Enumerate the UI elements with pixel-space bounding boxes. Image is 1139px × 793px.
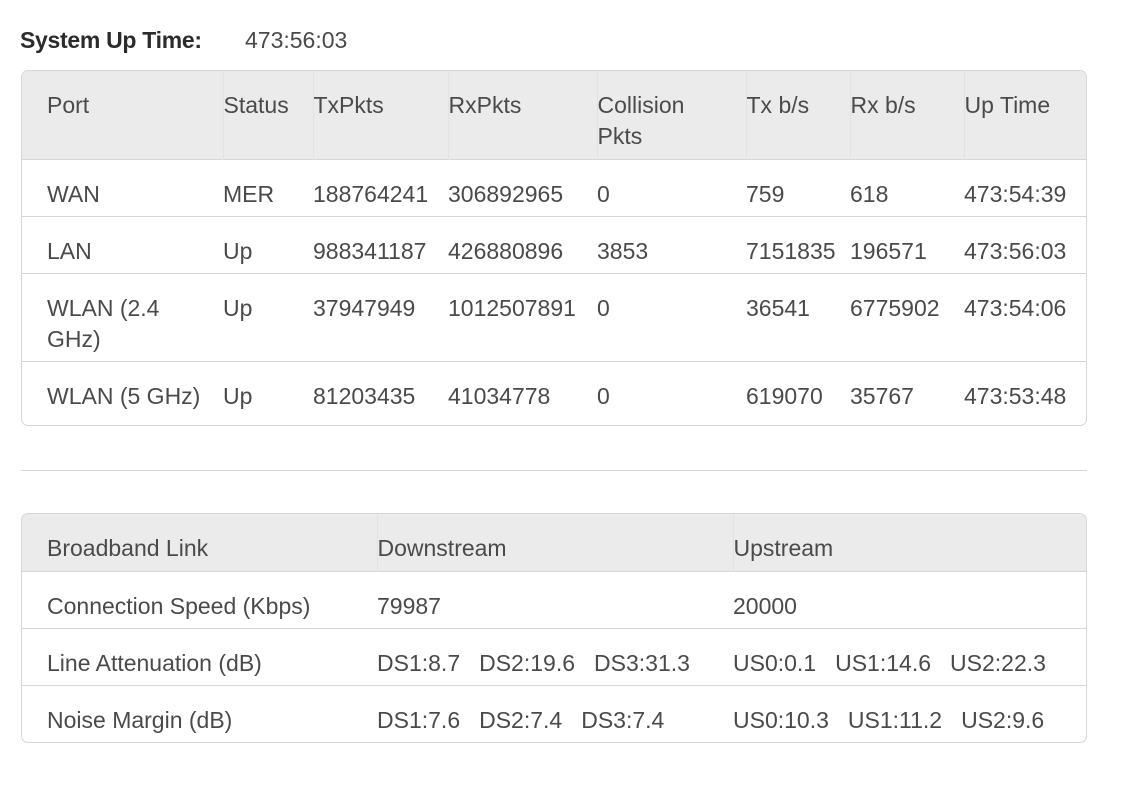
broadband-link-table: Broadband Link Downstream Upstream Conne… bbox=[21, 513, 1087, 743]
cell-tx-bps: 619070 bbox=[746, 382, 823, 409]
cell-rxpkts: 426880896 bbox=[448, 237, 564, 264]
cell-upstream: US0:10.3 US1:11.2 US2:9.6 bbox=[733, 685, 1086, 742]
upstream-value: US2:22.3 bbox=[950, 649, 1046, 676]
cell-port: WLAN (5 GHz) bbox=[47, 382, 201, 409]
col-header-collision-pkts: Collision Pkts bbox=[597, 71, 747, 159]
cell-upstream: 20000 bbox=[733, 571, 1086, 628]
cell-uptime: 473:54:39 bbox=[964, 180, 1067, 207]
cell-txpkts: 988341187 bbox=[313, 237, 427, 264]
cell-txpkts: 37947949 bbox=[313, 294, 416, 321]
col-header-downstream: Downstream bbox=[377, 514, 734, 571]
cell-tx-bps: 7151835 bbox=[746, 237, 836, 264]
col-header-rxpkts: RxPkts bbox=[448, 71, 598, 159]
cell-rxpkts: 306892965 bbox=[448, 180, 564, 207]
col-header-upstream: Upstream bbox=[733, 535, 834, 561]
upstream-value: US2:9.6 bbox=[961, 706, 1045, 733]
table-row-connection-speed: Connection Speed (Kbps) 79987 20000 bbox=[22, 571, 1086, 628]
system-uptime-value: 473:56:03 bbox=[245, 26, 348, 53]
cell-downstream: 79987 bbox=[377, 571, 733, 628]
cell-collision: 0 bbox=[597, 294, 610, 321]
cell-status: Up bbox=[223, 382, 253, 409]
upstream-value: US1:14.6 bbox=[835, 649, 932, 676]
table-row-wlan-5ghz: WLAN (5 GHz) Up 81203435 41034778 0 6190… bbox=[22, 361, 1086, 425]
cell-uptime: 473:53:48 bbox=[964, 382, 1067, 409]
system-uptime: System Up Time: 473:56:03 bbox=[20, 25, 347, 55]
col-header-port: Port bbox=[22, 71, 224, 159]
cell-collision: 0 bbox=[597, 382, 610, 409]
cell-rx-bps: 618 bbox=[850, 180, 889, 207]
cell-status: Up bbox=[223, 294, 253, 321]
downstream-value: DS3:31.3 bbox=[594, 649, 690, 676]
cell-link-label: Connection Speed (Kbps) bbox=[47, 592, 311, 619]
col-header-rx-bps: Rx b/s bbox=[850, 71, 965, 159]
downstream-value: 79987 bbox=[377, 592, 441, 619]
upstream-value: US1:11.2 bbox=[847, 706, 943, 733]
cell-rxpkts: 1012507891 bbox=[448, 294, 576, 321]
downstream-value: DS1:8.7 bbox=[377, 649, 461, 676]
upstream-value: 20000 bbox=[733, 592, 797, 619]
cell-downstream: DS1:7.6 DS2:7.4 DS3:7.4 bbox=[377, 685, 733, 742]
cell-rxpkts: 41034778 bbox=[448, 382, 551, 409]
cell-port: WLAN (2.4 GHz) bbox=[47, 294, 160, 352]
cell-link-label: Noise Margin (dB) bbox=[47, 706, 233, 733]
cell-collision: 3853 bbox=[597, 237, 649, 264]
col-header-tx-bps: Tx b/s bbox=[746, 71, 851, 159]
upstream-value: US0:10.3 bbox=[733, 706, 829, 733]
table-header-row: Broadband Link Downstream Upstream bbox=[22, 514, 1086, 571]
cell-rx-bps: 6775902 bbox=[850, 294, 940, 321]
cell-status: MER bbox=[223, 180, 275, 207]
table-row-lan: LAN Up 988341187 426880896 3853 7151835 … bbox=[22, 216, 1086, 273]
upstream-value: US0:0.1 bbox=[733, 649, 817, 676]
col-header-uptime: Up Time bbox=[964, 92, 1051, 118]
cell-rx-bps: 35767 bbox=[850, 382, 914, 409]
cell-upstream: US0:0.1 US1:14.6 US2:22.3 bbox=[733, 628, 1086, 685]
cell-port: LAN bbox=[47, 237, 92, 264]
cell-collision: 0 bbox=[597, 180, 610, 207]
section-divider bbox=[21, 470, 1087, 471]
col-header-txpkts: TxPkts bbox=[313, 71, 449, 159]
cell-txpkts: 188764241 bbox=[313, 180, 429, 207]
downstream-value: DS2:7.4 bbox=[479, 706, 563, 733]
col-header-status: Status bbox=[223, 71, 314, 159]
cell-status: Up bbox=[223, 237, 253, 264]
cell-link-label: Line Attenuation (dB) bbox=[47, 649, 262, 676]
cell-downstream: DS1:8.7 DS2:19.6 DS3:31.3 bbox=[377, 628, 733, 685]
col-header-broadband-link: Broadband Link bbox=[22, 514, 378, 571]
table-row-noise-margin: Noise Margin (dB) DS1:7.6 DS2:7.4 DS3:7.4 … bbox=[22, 685, 1086, 742]
col-header-collision-line1: Collision bbox=[597, 92, 685, 118]
cell-uptime: 473:56:03 bbox=[964, 237, 1067, 264]
cell-uptime: 473:54:06 bbox=[964, 294, 1067, 321]
cell-port: WAN bbox=[47, 180, 100, 207]
port-statistics-table: Port Status TxPkts RxPkts Collision Pkts … bbox=[21, 70, 1087, 426]
table-header-row: Port Status TxPkts RxPkts Collision Pkts … bbox=[22, 71, 1086, 159]
cell-tx-bps: 759 bbox=[746, 180, 785, 207]
downstream-value: DS1:7.6 bbox=[377, 706, 461, 733]
table-row-wan: WAN MER 188764241 306892965 0 759 618 47… bbox=[22, 159, 1086, 216]
downstream-value: DS3:7.4 bbox=[581, 706, 665, 733]
cell-tx-bps: 36541 bbox=[746, 294, 810, 321]
cell-txpkts: 81203435 bbox=[313, 382, 416, 409]
col-header-collision-line2: Pkts bbox=[597, 123, 643, 149]
table-row-line-attenuation: Line Attenuation (dB) DS1:8.7 DS2:19.6 DS3… bbox=[22, 628, 1086, 685]
downstream-value: DS2:19.6 bbox=[479, 649, 576, 676]
table-row-wlan-2-4ghz: WLAN (2.4 GHz) Up 37947949 1012507891 0 … bbox=[22, 273, 1086, 361]
system-uptime-label: System Up Time: bbox=[20, 26, 202, 53]
cell-rx-bps: 196571 bbox=[850, 237, 927, 264]
